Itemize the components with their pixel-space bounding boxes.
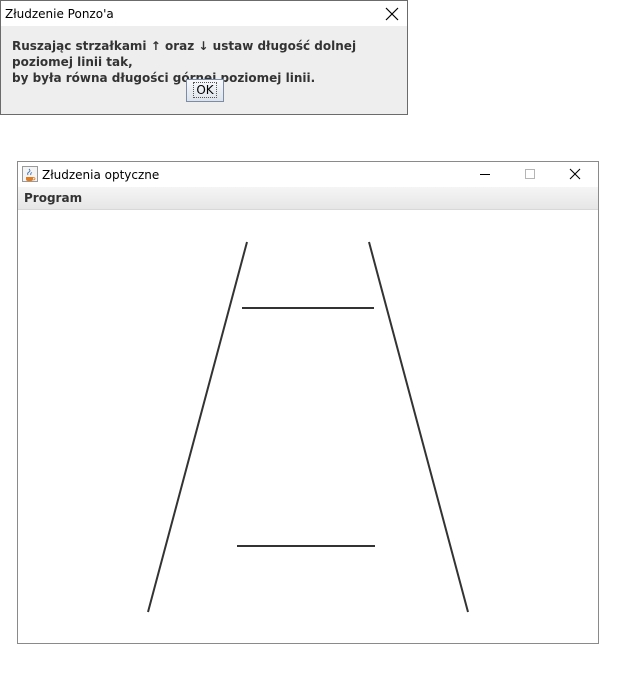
close-icon	[569, 168, 581, 180]
java-app-icon	[22, 166, 38, 182]
message-text: oraz	[164, 39, 195, 53]
window-title: Złudzenia optyczne	[42, 168, 160, 182]
arrow-down-icon: ↓	[198, 39, 209, 53]
minimize-icon	[480, 174, 490, 175]
drawing-canvas	[18, 210, 598, 643]
menu-program[interactable]: Program	[24, 191, 82, 205]
close-icon[interactable]	[383, 5, 401, 23]
main-window: Złudzenia optyczne Program	[17, 161, 599, 644]
message-text: Ruszając strzałkami	[12, 39, 147, 53]
maximize-button[interactable]	[508, 162, 552, 187]
right-rail-line	[368, 241, 469, 613]
java-cup-icon	[26, 168, 36, 181]
dialog-title: Złudzenie Ponzo'a	[5, 7, 114, 21]
menu-bar: Program	[18, 187, 598, 210]
minimize-button[interactable]	[463, 162, 507, 187]
ponzo-illusion-drawing	[147, 241, 469, 613]
arrow-up-icon: ↑	[150, 39, 161, 53]
left-rail-line	[147, 241, 248, 613]
dialog-titlebar[interactable]: Złudzenie Ponzo'a	[1, 1, 407, 26]
message-text: by była równa długości górnej poziomej l…	[12, 71, 316, 85]
ok-button[interactable]: OK	[186, 79, 224, 102]
close-button[interactable]	[553, 162, 597, 187]
ok-button-label: OK	[193, 82, 217, 98]
maximize-icon	[525, 169, 535, 179]
window-titlebar[interactable]: Złudzenia optyczne	[18, 162, 598, 187]
ponzo-dialog: Złudzenie Ponzo'a Ruszając strzałkami ↑ …	[0, 0, 408, 115]
